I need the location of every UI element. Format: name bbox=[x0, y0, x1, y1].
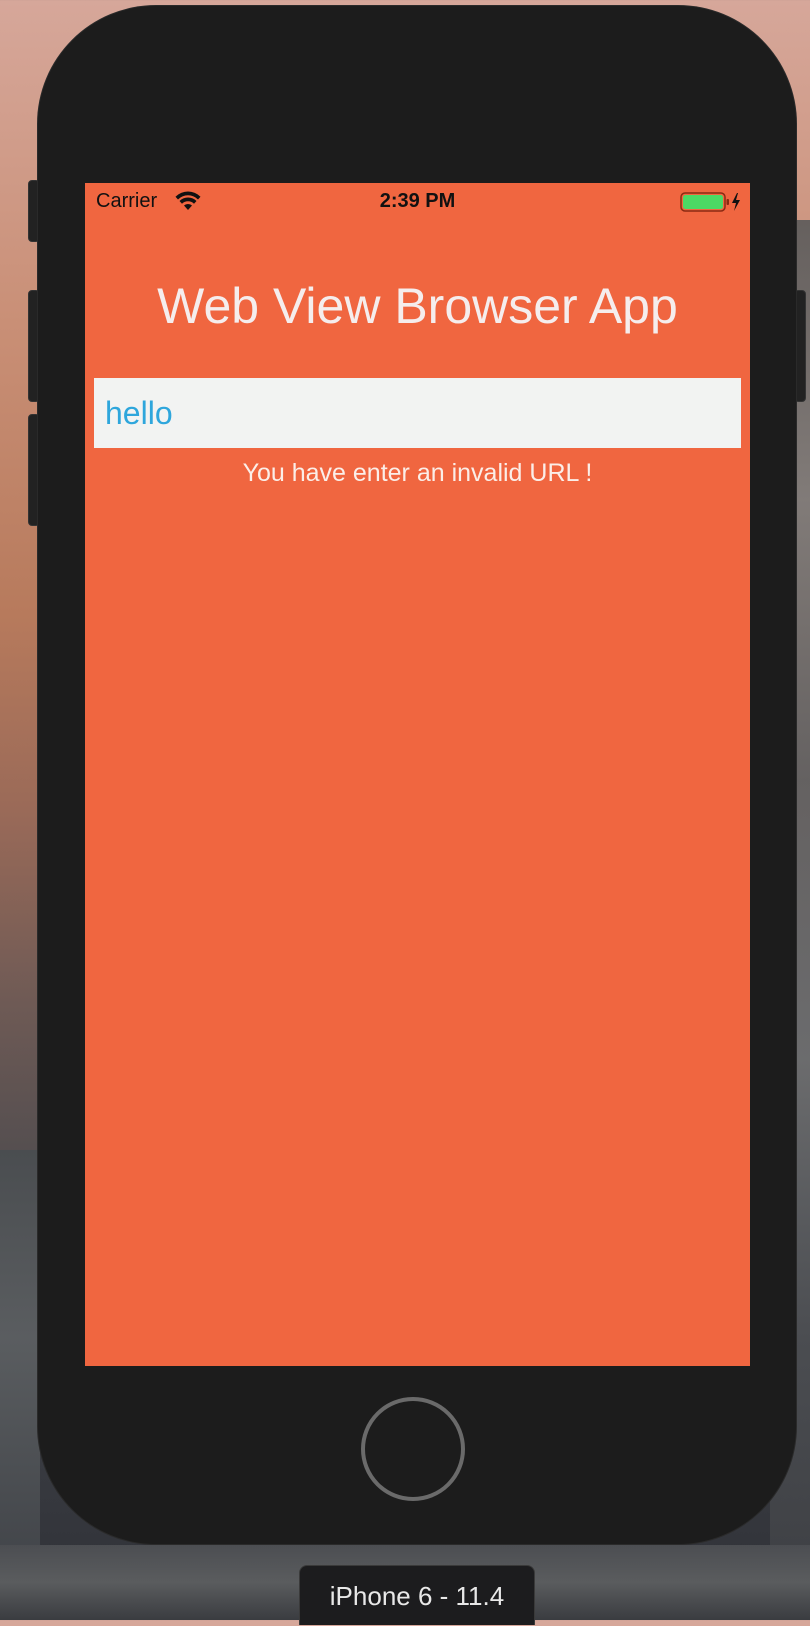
url-input[interactable] bbox=[94, 378, 741, 448]
status-bar: Carrier 2:39 PM bbox=[85, 183, 750, 223]
status-time: 2:39 PM bbox=[379, 190, 456, 212]
battery-charging-icon bbox=[680, 192, 740, 212]
home-button-icon[interactable] bbox=[361, 1397, 465, 1501]
app-title: Web View Browser App bbox=[157, 278, 678, 334]
invalid-url-message: You have enter an invalid URL ! bbox=[242, 459, 593, 487]
simulator-device-label: iPhone 6 - 11.4 bbox=[299, 1565, 535, 1625]
app-screen: Carrier 2:39 PM Web View Browser App You… bbox=[85, 183, 750, 1366]
